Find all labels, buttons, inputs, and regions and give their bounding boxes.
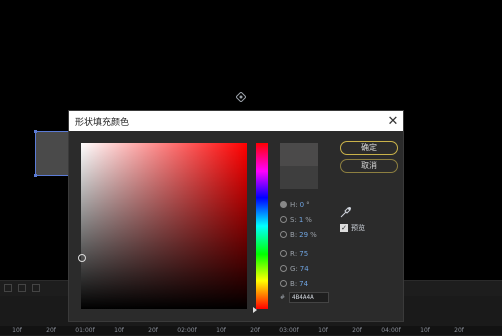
mode-value[interactable]: 0 [300, 201, 304, 209]
ruler-tick-label: 10f [12, 327, 22, 334]
mode-key: S [290, 215, 295, 224]
timeline-button[interactable] [32, 284, 40, 292]
ruler-tick-label: 20f [46, 327, 56, 334]
close-icon[interactable]: ✕ [383, 111, 403, 131]
saturation-brightness-field[interactable] [81, 143, 247, 309]
radio-button[interactable] [280, 231, 287, 238]
ruler-tick-label: 20f [148, 327, 158, 334]
hex-label: # [280, 294, 286, 301]
ruler-tick-label: 20f [250, 327, 260, 334]
ruler-tick-label: 03:00f [279, 327, 299, 334]
ruler-tick-label: 20f [454, 327, 464, 334]
mode-value[interactable]: 29 [299, 231, 308, 239]
mode-unit: ° [306, 200, 310, 209]
ruler-tick-label: 20f [352, 327, 362, 334]
mode-value[interactable]: 74 [300, 265, 309, 273]
ok-button[interactable]: 确定 [340, 141, 398, 155]
ruler-tick-label: 10f [318, 327, 328, 334]
ruler-tick-label: 01:00f [75, 327, 95, 334]
current-color-swatch[interactable] [280, 166, 318, 189]
mode-key: B [290, 279, 295, 288]
shape-fill-color-dialog: 形状填充颜色 ✕ 确定 取消 H: 0 ° S: 1 % B: 29 % R:… [68, 110, 404, 322]
radio-button[interactable] [280, 265, 287, 272]
radio-button[interactable] [280, 216, 287, 223]
shape-layer[interactable] [34, 130, 71, 177]
mode-unit: % [310, 230, 317, 239]
dialog-title: 形状填充颜色 [75, 117, 130, 128]
preview-toggle[interactable]: ✓ 预览 [340, 223, 365, 233]
anchor-point-icon[interactable] [236, 92, 246, 102]
selection-handle[interactable] [34, 130, 37, 133]
preview-label: 预览 [351, 224, 365, 232]
hex-row: # 4B4A4A [280, 292, 330, 303]
eyedropper-icon[interactable] [340, 203, 352, 218]
ruler-tick-label: 02:00f [177, 327, 197, 334]
ruler-tick-label: 10f [420, 327, 430, 334]
mode-unit: % [305, 215, 312, 224]
mode-value[interactable]: 74 [299, 280, 308, 288]
mode-key: H [290, 200, 296, 209]
selection-handle[interactable] [34, 174, 37, 177]
mode-key: B [290, 230, 295, 239]
mode-key: G [290, 264, 296, 273]
hue-slider-marker[interactable] [253, 307, 257, 313]
mode-row-b[interactable]: B: 29 % [280, 227, 317, 242]
preview-checkbox[interactable]: ✓ [340, 224, 348, 232]
color-mode-group: H: 0 ° S: 1 % B: 29 % R: 75 G: 74 B: 74 [280, 197, 317, 291]
time-ruler[interactable]: 10f 20f 01:00f 10f 20f 02:00f 10f 20f 03:00f 10f 2… [0, 326, 502, 335]
color-picker-cursor[interactable] [78, 254, 86, 262]
new-color-swatch [280, 143, 318, 166]
timeline-controls [0, 282, 72, 294]
hex-input[interactable]: 4B4A4A [289, 292, 330, 303]
mode-row-h[interactable]: H: 0 ° [280, 197, 317, 212]
mode-row-g[interactable]: G: 74 [280, 261, 317, 276]
timeline-button[interactable] [4, 284, 12, 292]
mode-value[interactable]: 1 [299, 216, 303, 224]
mode-value[interactable]: 75 [299, 250, 308, 258]
mode-row-r[interactable]: R: 75 [280, 246, 317, 261]
radio-button[interactable] [280, 250, 287, 257]
ruler-tick-label: 10f [114, 327, 124, 334]
mode-row-s[interactable]: S: 1 % [280, 212, 317, 227]
mode-key: R [290, 249, 295, 258]
mode-row-b-blue[interactable]: B: 74 [280, 276, 317, 291]
radio-button[interactable] [280, 201, 287, 208]
ruler-tick-label: 10f [216, 327, 226, 334]
dialog-titlebar[interactable]: 形状填充颜色 ✕ [69, 111, 403, 131]
radio-button[interactable] [280, 280, 287, 287]
hue-slider[interactable] [256, 143, 268, 309]
cancel-button[interactable]: 取消 [340, 159, 398, 173]
timeline-button[interactable] [18, 284, 26, 292]
ruler-tick-label: 04:00f [381, 327, 401, 334]
